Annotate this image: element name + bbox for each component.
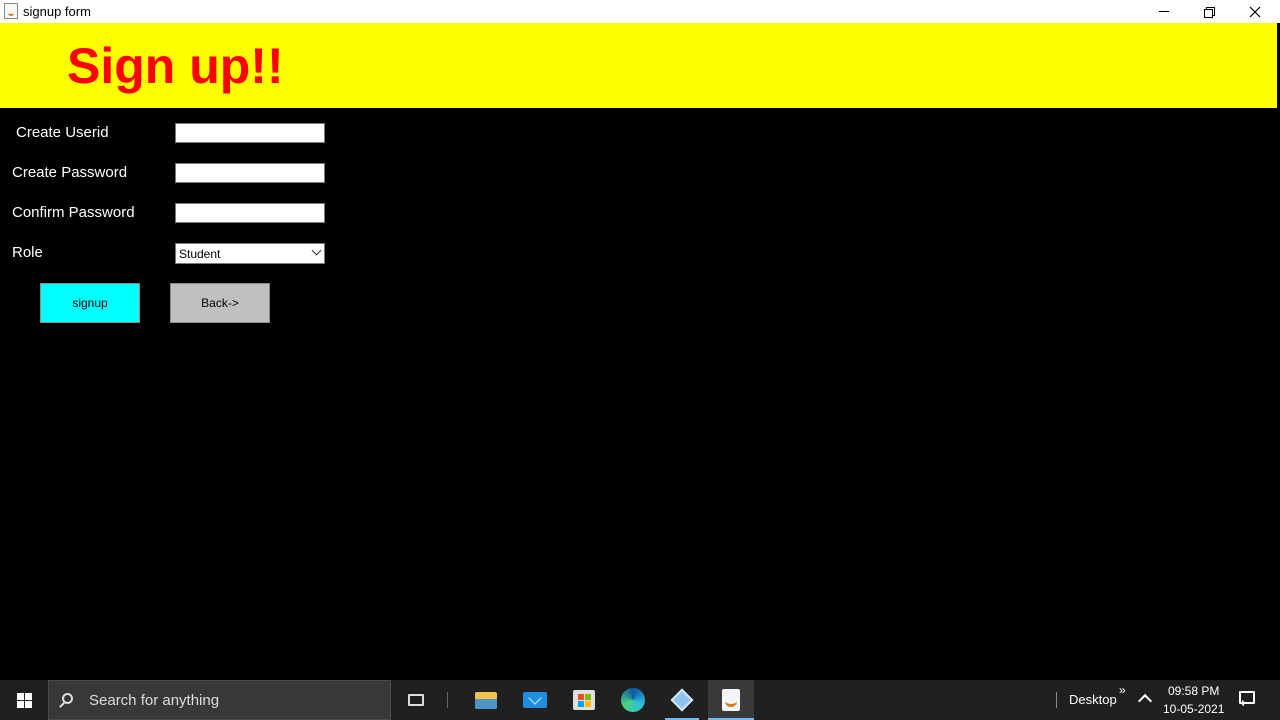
password-input[interactable] bbox=[175, 163, 325, 183]
confirm-password-input[interactable] bbox=[175, 203, 325, 223]
store-icon bbox=[573, 690, 595, 710]
start-button[interactable] bbox=[0, 680, 48, 720]
clock-date[interactable]: 10-05-2021 bbox=[1163, 702, 1224, 716]
desktop-toolbar-separator bbox=[1056, 692, 1057, 708]
userid-input[interactable] bbox=[175, 123, 325, 143]
app-cube-button[interactable] bbox=[659, 680, 705, 720]
java-cup-icon bbox=[4, 3, 18, 19]
role-dropdown[interactable]: Student bbox=[175, 243, 325, 264]
chevron-down-icon bbox=[311, 245, 322, 256]
store-button[interactable] bbox=[561, 680, 607, 720]
maximize-icon bbox=[1204, 6, 1215, 18]
show-hidden-icons-icon[interactable] bbox=[1137, 693, 1153, 709]
search-icon bbox=[62, 693, 73, 704]
page-title: Sign up!! bbox=[67, 38, 284, 94]
role-selected-value: Student bbox=[179, 247, 221, 261]
edge-button[interactable] bbox=[610, 680, 656, 720]
role-label: Role bbox=[12, 244, 43, 261]
file-explorer-icon bbox=[475, 691, 497, 709]
userid-label: Create Userid bbox=[16, 124, 109, 141]
desktop-toolbar-overflow-icon[interactable]: » bbox=[1119, 683, 1126, 697]
file-explorer-button[interactable] bbox=[463, 680, 509, 720]
clock-time[interactable]: 09:58 PM bbox=[1168, 684, 1219, 698]
desktop-toolbar-label[interactable]: Desktop bbox=[1069, 692, 1117, 707]
confirm-password-label: Confirm Password bbox=[12, 204, 135, 221]
minimize-icon bbox=[1159, 11, 1169, 12]
app-cube-icon bbox=[670, 688, 694, 712]
password-label: Create Password bbox=[12, 164, 128, 181]
notification-icon[interactable] bbox=[1239, 691, 1255, 704]
edge-icon bbox=[621, 688, 645, 712]
mail-icon bbox=[523, 692, 547, 708]
window-title-bar: signup form bbox=[0, 0, 1280, 23]
back-button[interactable]: Back-> bbox=[170, 283, 270, 323]
close-icon bbox=[1249, 6, 1261, 17]
close-button[interactable] bbox=[1232, 0, 1278, 23]
task-view-icon bbox=[408, 694, 424, 706]
task-view-button[interactable] bbox=[393, 680, 439, 720]
header-banner: Sign up!! bbox=[0, 23, 1277, 108]
windows-logo-icon bbox=[16, 692, 32, 708]
search-placeholder: Search for anything bbox=[89, 692, 220, 709]
taskbar-separator bbox=[447, 692, 448, 708]
java-icon bbox=[722, 689, 740, 711]
signup-button[interactable]: signup bbox=[40, 283, 140, 323]
maximize-button[interactable] bbox=[1186, 0, 1232, 23]
window-title: signup form bbox=[23, 4, 91, 19]
minimize-button[interactable] bbox=[1141, 0, 1187, 23]
mail-button[interactable] bbox=[512, 680, 558, 720]
java-app-button[interactable] bbox=[708, 680, 754, 720]
taskbar: Search for anything Desktop » 09:58 PM 1… bbox=[0, 680, 1280, 720]
taskbar-search-box[interactable]: Search for anything bbox=[48, 680, 391, 720]
